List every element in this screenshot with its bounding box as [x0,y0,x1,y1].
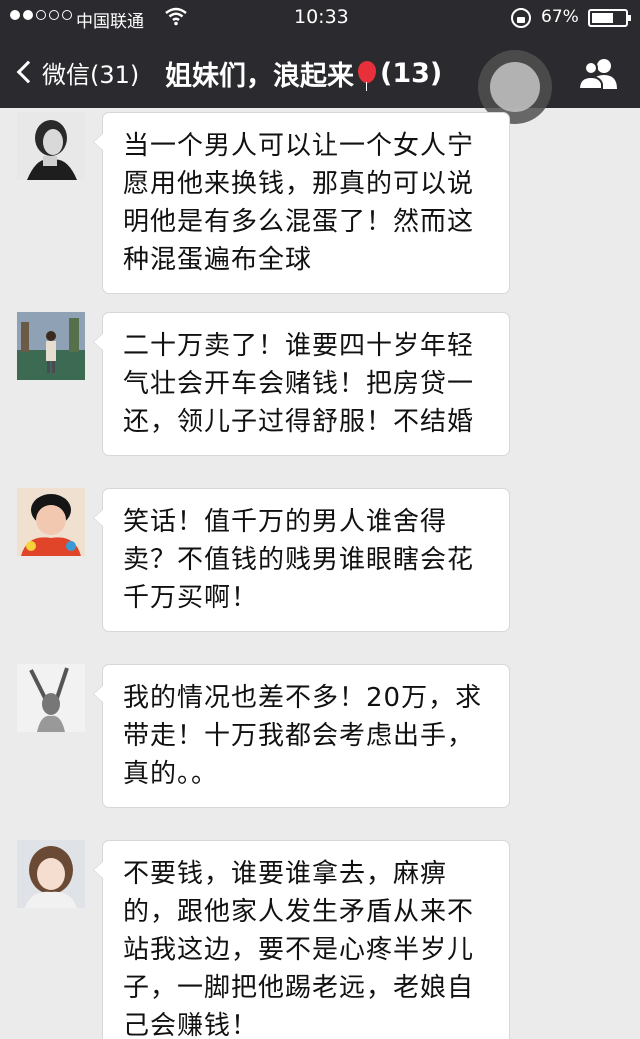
member-count: (13) [380,58,443,89]
chat-title-text: 姐妹们，浪起来 [165,61,354,92]
clock: 10:33 [294,6,349,28]
status-bar: 中国联通 10:33 67% [0,0,640,36]
navigation-bar: 微信(31) 姐妹们，浪起来 (13) [0,36,640,124]
group-members-icon[interactable] [578,56,620,90]
chevron-left-icon [16,60,40,84]
user-avatar[interactable] [17,840,85,908]
wifi-icon [165,7,187,26]
signal-strength-icon [10,10,72,20]
chat-title: 姐妹们，浪起来 (13) [165,54,442,93]
battery-icon [588,9,631,27]
carrier-name: 中国联通 [76,12,144,32]
balloon-icon [358,60,376,91]
message-bubble[interactable]: 笑话！值千万的男人谁舍得卖？不值钱的贱男谁眼瞎会花千万买啊！ [93,488,510,632]
user-avatar[interactable] [17,112,85,180]
message-bubble[interactable]: 我的情况也差不多！20万，求带走！十万我都会考虑出手，真的。。 [93,664,510,808]
message-bubble[interactable]: 当一个男人可以让一个女人宁愿用他来换钱，那真的可以说明他是有多么混蛋了！然而这种… [93,112,510,294]
user-avatar[interactable] [17,664,85,732]
message-bubble[interactable]: 二十万卖了！谁要四十岁年轻气壮会开车会赌钱！把房贷一还，领儿子过得舒服！不结婚 [93,312,510,456]
back-label: 微信(31) [42,60,140,89]
back-button[interactable]: 微信(31) [14,52,139,92]
battery-percent: 67% [541,7,579,27]
user-avatar[interactable] [17,488,85,556]
user-avatar[interactable] [17,312,85,380]
chat-message-list[interactable]: 当一个男人可以让一个女人宁愿用他来换钱，那真的可以说明他是有多么混蛋了！然而这种… [0,108,640,1039]
rotation-lock-icon [511,8,531,28]
message-bubble[interactable]: 不要钱，谁要谁拿去，麻痹的，跟他家人发生矛盾从来不站我这边，要不是心疼半岁儿子，… [93,840,510,1039]
